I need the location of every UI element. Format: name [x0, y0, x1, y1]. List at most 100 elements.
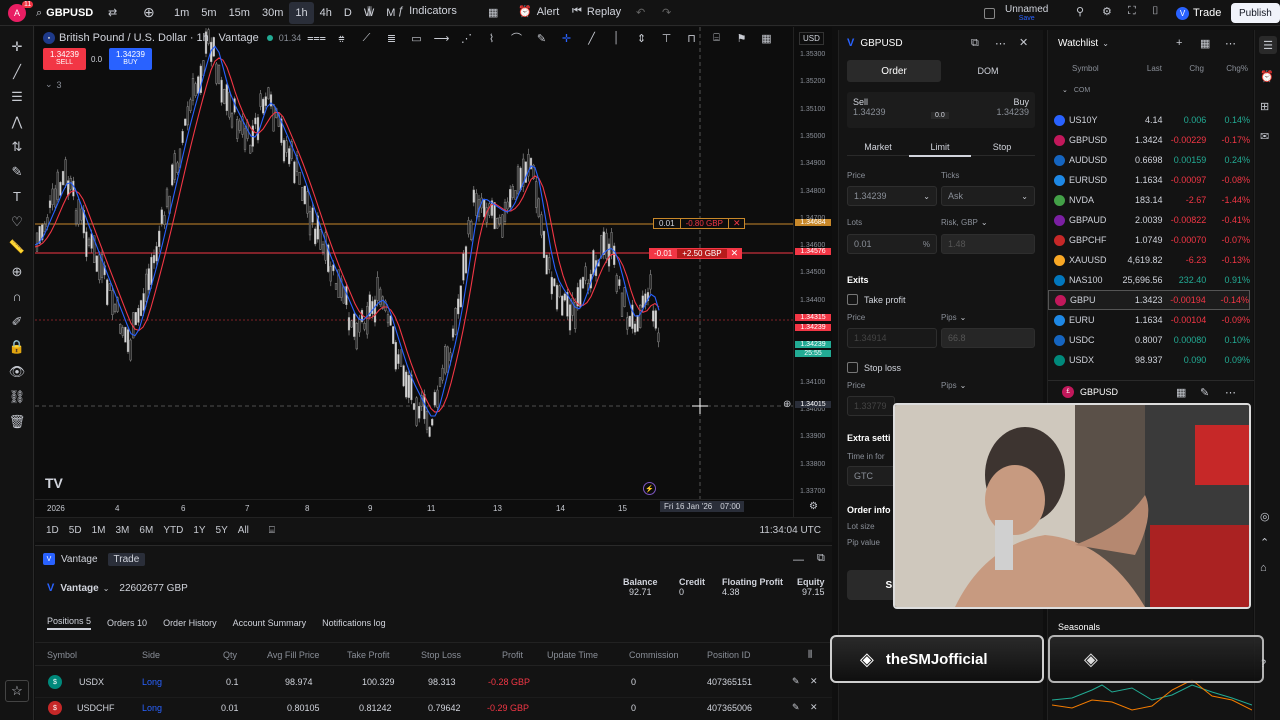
edit-icon[interactable]: ✎: [792, 702, 800, 713]
tab-order[interactable]: Order: [847, 60, 941, 82]
watchlist-row[interactable]: EURUSD 1.1634 -0.00097 -0.08%: [1048, 170, 1250, 190]
curve-tool-icon[interactable]: ⌒: [507, 30, 526, 46]
more-icon[interactable]: ⋯: [1225, 386, 1236, 399]
watchlist-row[interactable]: EURU 1.1634 -0.00104 -0.09%: [1048, 310, 1250, 330]
watchlist-row[interactable]: USDX 98.937 0.090 0.09%: [1048, 350, 1250, 370]
col-side[interactable]: Side: [142, 650, 160, 660]
minimize-panel-icon[interactable]: —: [793, 554, 804, 566]
tp-price-input[interactable]: 1.34914: [847, 328, 937, 348]
bell-icon[interactable]: ⌂: [1260, 562, 1267, 574]
timeframe-30m[interactable]: 30m: [256, 2, 289, 24]
watchlist-icon[interactable]: ☰: [1259, 36, 1277, 54]
order-type-market[interactable]: Market: [847, 142, 909, 152]
trend-line-tool-icon[interactable]: ╱: [0, 59, 34, 84]
templates-icon[interactable]: ▦: [488, 6, 498, 19]
col-id[interactable]: Position ID: [707, 650, 751, 660]
favorite-tool-icon[interactable]: ♡: [0, 209, 34, 234]
settings-icon[interactable]: ⚙: [1102, 5, 1112, 18]
range-1y[interactable]: 1Y: [188, 525, 210, 536]
up-icon[interactable]: ⌃: [1260, 536, 1269, 549]
ticks-select[interactable]: Ask ⌄: [941, 186, 1035, 206]
text-tool-icon[interactable]: T: [0, 184, 34, 209]
grid-icon[interactable]: ▦: [1176, 386, 1186, 399]
submit-order-button[interactable]: Si: [847, 570, 899, 600]
close-position-icon[interactable]: ✕: [810, 676, 818, 687]
scale-settings-icon[interactable]: ⚙: [809, 501, 818, 512]
watchlist-row[interactable]: USDC 0.8007 0.00080 0.10%: [1048, 330, 1250, 350]
order-buy[interactable]: Buy 1.34239: [996, 97, 1029, 117]
edit-icon[interactable]: ✎: [792, 676, 800, 687]
utc-clock[interactable]: 11:34:04 UTC: [754, 525, 826, 536]
path-tool-icon[interactable]: ⋰: [457, 32, 476, 45]
star-icon[interactable]: ☆: [5, 680, 29, 702]
watchlist-row[interactable]: XAUUSD 4,619.82 -6.23 -0.13%: [1048, 250, 1250, 270]
eye-icon[interactable]: 👁: [0, 359, 34, 384]
wl-col-symbol[interactable]: Symbol: [1056, 64, 1116, 73]
lines-tool-icon[interactable]: ⩶: [307, 32, 326, 45]
tab-dom[interactable]: DOM: [941, 66, 1035, 76]
order-type-stop[interactable]: Stop: [971, 142, 1033, 152]
anchor-tool-icon[interactable]: ⊤: [657, 32, 676, 45]
timeframe-15m[interactable]: 15m: [223, 2, 256, 24]
layout-menu[interactable]: Unnamed Save: [984, 3, 1048, 23]
forecast-tool-icon[interactable]: ⇅: [0, 134, 34, 159]
range-ytd[interactable]: YTD: [158, 525, 188, 536]
quick-search-icon[interactable]: ⚲: [1076, 5, 1084, 18]
watchlist-row[interactable]: GBPCHF 1.0749 -0.00070 -0.07%: [1048, 230, 1250, 250]
watchlist-group[interactable]: ⌄ COM: [1062, 86, 1090, 95]
layout-icon[interactable]: ⧉: [971, 37, 979, 50]
tab-notifications[interactable]: Notifications log: [322, 618, 386, 628]
extra-settings-label[interactable]: Extra setti: [847, 433, 891, 443]
fib-tool-icon[interactable]: ☰: [0, 84, 34, 109]
vline-tool-icon[interactable]: │: [607, 32, 626, 44]
watchlist-row[interactable]: GBPAUD 2.0039 -0.00822 -0.41%: [1048, 210, 1250, 230]
stop-loss-toggle[interactable]: Stop loss: [847, 362, 901, 373]
add-alert-icon[interactable]: ⊕: [783, 399, 791, 410]
arrow-tool-icon[interactable]: ⟶: [432, 32, 451, 45]
account-selector[interactable]: V Vantage ⌄ 22602677 GBP: [47, 582, 188, 594]
range-3m[interactable]: 3M: [111, 525, 135, 536]
add-symbol-icon[interactable]: ⊕: [143, 4, 155, 21]
lightning-icon[interactable]: ⚡: [643, 482, 656, 495]
ray-tool-icon[interactable]: ⟋: [357, 32, 376, 45]
price-scale[interactable]: 1.35300 1.35200 1.35100 1.35000 1.34900 1.348…: [793, 27, 832, 517]
add-symbol-icon[interactable]: +: [1176, 37, 1182, 49]
wl-col-last[interactable]: Last: [1116, 64, 1162, 73]
col-symbol[interactable]: Symbol: [47, 650, 77, 660]
take-profit-checkbox[interactable]: [847, 294, 858, 305]
sl-price-input[interactable]: 1.33779: [847, 396, 895, 416]
trash-icon[interactable]: 🗑: [0, 409, 34, 434]
watchlist-row[interactable]: US10Y 4.14 0.006 0.14%: [1048, 110, 1250, 130]
crosshair-tool-icon[interactable]: ✛: [0, 34, 34, 59]
col-commission[interactable]: Commission: [629, 650, 679, 660]
col-tp[interactable]: Take Profit: [347, 650, 390, 660]
trade-tab[interactable]: Trade: [107, 552, 146, 566]
watchlist-row[interactable]: NVDA 183.14 -2.67 -1.44%: [1048, 190, 1250, 210]
note-tool-icon[interactable]: ⌸: [707, 32, 726, 45]
watchlist-title-button[interactable]: Watchlist ⌄: [1058, 38, 1109, 49]
price-chart[interactable]: ▪ British Pound / U.S. Dollar · 1h · Van…: [35, 27, 832, 517]
undo-icon[interactable]: ↶: [636, 6, 645, 19]
wl-col-pct[interactable]: Chg%: [1204, 64, 1248, 73]
lock-icon[interactable]: 🔒: [0, 334, 34, 359]
line-tool-icon[interactable]: ╱: [582, 32, 601, 45]
alerts-icon[interactable]: ⏰: [1260, 70, 1274, 83]
watchlist-row[interactable]: AUDUSD 0.6698 0.00159 0.24%: [1048, 150, 1250, 170]
rect-tool-icon[interactable]: ▭: [407, 32, 426, 45]
timeframe-4h[interactable]: 4h: [314, 2, 338, 24]
timeframe-1m[interactable]: 1m: [168, 2, 195, 24]
col-update[interactable]: Update Time: [547, 650, 598, 660]
sl-pips-label-wrap[interactable]: Pips ⌄: [941, 381, 966, 390]
tab-orders[interactable]: Orders 10: [107, 618, 147, 628]
flag-tool-icon[interactable]: ⚑: [732, 32, 751, 45]
ruler-tool-icon[interactable]: 📏: [0, 234, 34, 259]
col-avg[interactable]: Avg Fill Price: [267, 650, 319, 660]
range-5d[interactable]: 5D: [64, 525, 87, 536]
timeframe-d[interactable]: D: [338, 2, 358, 24]
lock-draw-tool-icon[interactable]: ✐: [0, 309, 34, 334]
more-icon[interactable]: ⋯: [995, 37, 1006, 50]
watchlist-row[interactable]: GBPU 1.3423 -0.00194 -0.14%: [1048, 290, 1250, 310]
wl-col-chg[interactable]: Chg: [1162, 64, 1204, 73]
replay-button[interactable]: ⏮ Replay: [572, 5, 621, 18]
candle-type-icon[interactable]: ⫼: [367, 6, 372, 19]
